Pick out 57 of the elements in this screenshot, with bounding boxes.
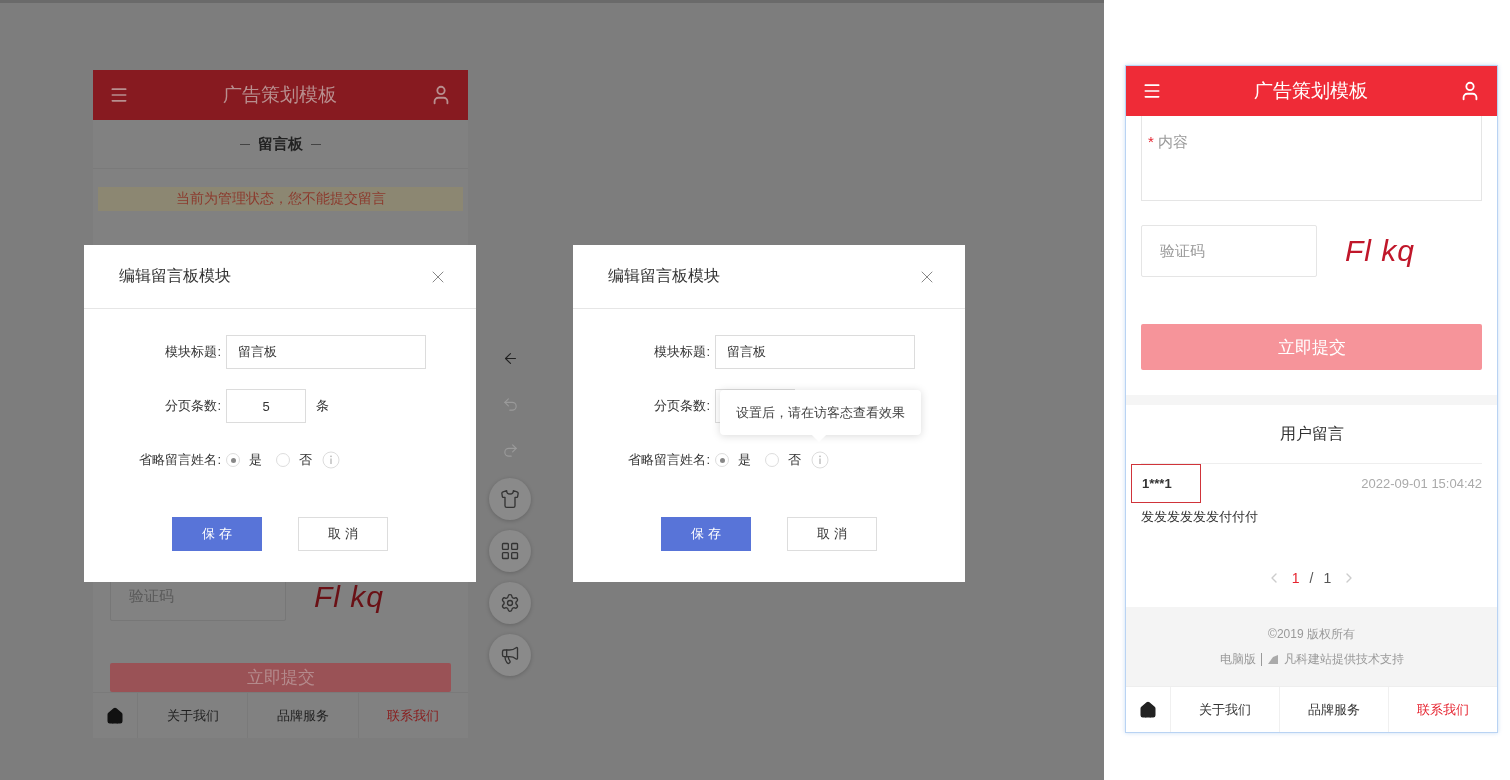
captcha-image: Fl kq	[1345, 234, 1415, 268]
header-title: 广告策划模板	[222, 83, 337, 107]
page-size-input[interactable]: 5	[226, 389, 306, 423]
total-pages: 1	[1323, 569, 1332, 586]
option-label: 否	[299, 451, 312, 469]
admin-notice: 当前为管理状态，您不能提交留言	[98, 187, 463, 211]
field-label: 模块标题:	[653, 343, 710, 361]
desktop-link[interactable]: 电脑版	[1219, 650, 1256, 668]
nav-link[interactable]: 关于我们	[1170, 687, 1279, 732]
support-link[interactable]: 凡科建站提供技术支持	[1283, 650, 1404, 668]
nav-link[interactable]: 品牌服务	[1279, 687, 1388, 732]
dialog-title: 编辑留言板模块	[608, 266, 720, 286]
settings-icon	[500, 593, 520, 613]
comment-text: 发发发发发发付付付	[1141, 508, 1259, 527]
copyright-text: ©2019 版权所有	[1268, 625, 1355, 643]
save-button[interactable]: 保 存	[172, 517, 262, 551]
title-input[interactable]: 留言板	[715, 335, 915, 369]
menu-icon[interactable]	[109, 85, 129, 105]
field-label: 分页条数:	[164, 397, 221, 415]
megaphone-icon	[500, 645, 520, 665]
captcha-image: Fl kq	[314, 579, 384, 614]
title-input[interactable]: 留言板	[226, 335, 426, 369]
grid-icon	[500, 541, 520, 561]
option-label: 否	[788, 451, 801, 469]
option-label: 是	[249, 451, 262, 469]
comments-title: 用户留言	[1141, 405, 1482, 465]
required-mark: *	[1148, 133, 1154, 152]
nav-link[interactable]: 关于我们	[137, 693, 248, 738]
nav-link[interactable]: 联系我们	[1388, 687, 1497, 732]
field-label: 分页条数:	[653, 397, 710, 415]
save-button[interactable]: 保 存	[661, 517, 751, 551]
unit-label: 条	[316, 397, 329, 415]
cancel-button[interactable]: 取 消	[298, 517, 388, 551]
page-separator: /	[1309, 569, 1314, 586]
comment-time: 2022-09-01 15:04:42	[1361, 475, 1482, 491]
field-label: 省略留言姓名:	[138, 451, 221, 469]
logo-icon	[1266, 653, 1279, 665]
comment-author: 1***1	[1131, 463, 1201, 503]
current-page: 1	[1291, 569, 1300, 586]
field-label: 省略留言姓名:	[627, 451, 710, 469]
submit-button[interactable]: 立即提交	[1141, 324, 1482, 371]
dialog-title: 编辑留言板模块	[119, 266, 231, 286]
cancel-button[interactable]: 取 消	[787, 517, 877, 551]
header-title: 广告策划模板	[1253, 79, 1368, 103]
captcha-field[interactable]: 验证码	[1141, 225, 1317, 277]
tool-button[interactable]	[489, 582, 531, 624]
nav-link[interactable]: 联系我们	[357, 693, 468, 738]
option-label: 是	[738, 451, 751, 469]
section-title: 留言板	[258, 134, 303, 154]
shirt-icon	[500, 489, 520, 509]
tool-button[interactable]	[489, 634, 531, 676]
menu-icon[interactable]	[1142, 81, 1162, 101]
tool-button[interactable]	[489, 530, 531, 572]
nav-link[interactable]: 品牌服务	[247, 693, 358, 738]
field-label: 模块标题:	[164, 343, 221, 361]
content-field[interactable]: * 内容	[1141, 116, 1482, 201]
tool-button[interactable]	[489, 478, 531, 520]
